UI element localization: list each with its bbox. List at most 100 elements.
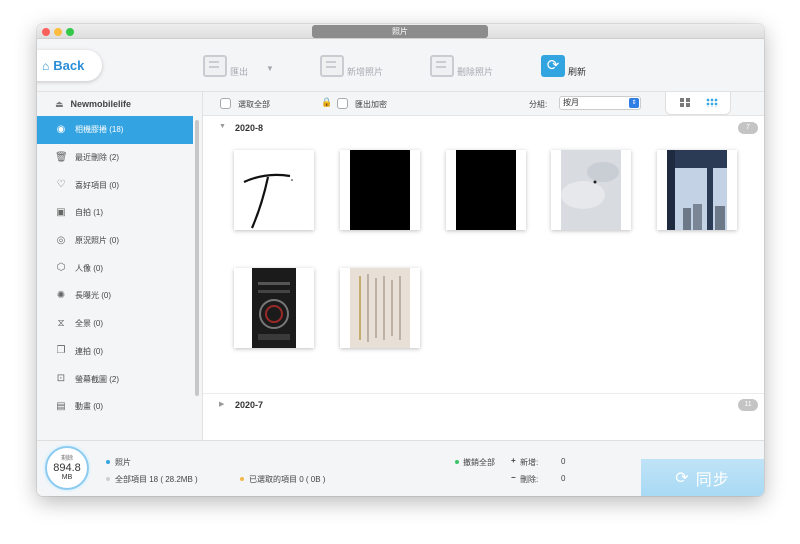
sidebar-item[interactable]: ◎ 原況照片 (0) <box>37 227 202 255</box>
divider <box>203 393 764 394</box>
minus-icon: − <box>511 473 516 482</box>
sidebar-item[interactable]: ✺ 長曝光 (0) <box>37 282 202 310</box>
photo-thumbnail[interactable] <box>657 150 737 230</box>
cloudy-sky-image <box>551 150 631 230</box>
view-toggle <box>665 92 731 115</box>
photo-thumbnail[interactable] <box>446 150 526 230</box>
long-exposure-icon: ✺ <box>56 289 66 301</box>
sidebar-item-label: 動畫 (0) <box>75 402 103 412</box>
app-window: 照片 ⌂ Back 匯出 ▼ 新增照片 刪除照片 ⟳ 刷新 ⏏ Newmobil… <box>37 24 764 496</box>
sidebar-item-label: 相機膠捲 (18) <box>75 125 124 135</box>
deleted-label: 刪除: <box>520 475 539 484</box>
photo-thumbnail[interactable] <box>340 150 420 230</box>
group-header-2020-8[interactable]: ▼ 2020-8 7 <box>203 118 764 138</box>
sidebar-item[interactable]: 🗑 最近刪除 (2) <box>37 144 202 172</box>
add-photo-button[interactable]: 新增照片 <box>320 53 383 78</box>
export-encrypt-checkbox[interactable] <box>337 98 348 109</box>
live-photo-icon: ◎ <box>56 234 66 246</box>
group-header-2020-7[interactable]: ▶ 2020-7 11 <box>203 395 764 415</box>
storage-label: 剩餘 <box>60 456 73 462</box>
refresh-button[interactable]: ⟳ 刷新 <box>541 53 586 78</box>
selected-items-label: 已選取的項目 0 ( 0B ) <box>249 475 326 484</box>
sidebar-item[interactable]: ❐ 連拍 (0) <box>37 338 202 366</box>
delete-photo-label: 刪除照片 <box>457 67 494 77</box>
panorama-icon: ⧖ <box>57 317 65 329</box>
home-icon: ⌂ <box>42 58 50 73</box>
trash-icon: 🗑 <box>55 151 68 163</box>
content-toolbar: 選取全部 🔒 匯出加密 分組: 按月 ⇕ <box>203 92 764 116</box>
selected-dot <box>240 477 244 481</box>
group-by-value: 按月 <box>563 98 579 107</box>
storage-value: 894.8 <box>53 462 81 474</box>
sync-button[interactable]: ⟳ 同步 <box>641 459 764 496</box>
sidebar-item-label: 最近刪除 (2) <box>75 153 119 163</box>
lock-icon: 🔒 <box>321 97 333 107</box>
main-toolbar: ⌂ Back 匯出 ▼ 新增照片 刪除照片 ⟳ 刷新 <box>37 39 764 92</box>
black-image <box>340 150 420 230</box>
sidebar-item-label: 喜好項目 (0) <box>75 180 119 190</box>
device-name: Newmobilelife <box>70 99 132 109</box>
sidebar-item[interactable]: ▤ 動畫 (0) <box>37 393 202 421</box>
category-label: 照片 <box>115 458 131 467</box>
group-title: 2020-8 <box>235 123 264 133</box>
portrait-icon: ⬡ <box>56 262 66 274</box>
undo-all-link[interactable]: 撤銷全部 <box>463 457 495 468</box>
sidebar-scrollbar[interactable] <box>195 120 199 396</box>
status-bar: 剩餘 894.8 MB 照片 全部項目 18 ( 28.2MB ) 已選取的項目… <box>37 440 764 496</box>
photo-thumbnail[interactable] <box>234 150 314 230</box>
minimize-window-button[interactable] <box>54 28 62 36</box>
sidebar-item-label: 自拍 (1) <box>75 208 103 218</box>
buildings-image <box>657 150 737 230</box>
dark-screenshot-image <box>234 268 314 348</box>
storage-gauge: 剩餘 894.8 MB <box>45 446 89 490</box>
delete-photo-button[interactable]: 刪除照片 <box>430 53 493 78</box>
device-row[interactable]: ⏏ Newmobilelife <box>37 92 202 116</box>
plus-icon: + <box>511 456 516 465</box>
back-button[interactable]: ⌂ Back <box>37 50 102 81</box>
group-by-select[interactable]: 按月 ⇕ <box>559 96 641 110</box>
sidebar: ⏏ Newmobilelife ◉ 相機膠捲 (18) 🗑 最近刪除 (2) ♡ 喜好項目… <box>37 92 203 440</box>
sidebar-item-label: 連拍 (0) <box>75 346 103 356</box>
close-window-button[interactable] <box>42 28 50 36</box>
select-all-label: 選取全部 <box>238 100 270 109</box>
sidebar-item[interactable]: ⬡ 人像 (0) <box>37 254 202 282</box>
storage-unit: MB <box>61 474 73 481</box>
photo-thumbnail[interactable] <box>551 150 631 230</box>
large-grid-icon[interactable] <box>680 98 690 107</box>
chevron-down-icon[interactable]: ▼ <box>266 64 274 73</box>
selfie-icon: ▣ <box>56 206 66 218</box>
add-photo-icon <box>320 54 344 77</box>
camera-icon: ◉ <box>56 123 66 135</box>
collapse-triangle-icon[interactable]: ▼ <box>219 123 226 130</box>
album-list: ◉ 相機膠捲 (18) 🗑 最近刪除 (2) ♡ 喜好項目 (0) ▣ 自拍 (1) ◎ 原況照片… <box>37 116 202 421</box>
photo-thumbnail[interactable] <box>340 268 420 348</box>
sidebar-item[interactable]: ◉ 相機膠捲 (18) <box>37 116 193 144</box>
small-grid-icon[interactable] <box>706 98 718 107</box>
black-image <box>446 150 526 230</box>
refresh-label: 刷新 <box>568 67 587 77</box>
sidebar-item[interactable]: ⊡ 螢幕截圖 (2) <box>37 365 202 393</box>
sidebar-item[interactable]: ▣ 自拍 (1) <box>37 199 202 227</box>
zoom-window-button[interactable] <box>66 28 74 36</box>
group-by-label: 分組: <box>529 100 548 109</box>
animated-icon: ▤ <box>56 400 66 412</box>
sidebar-item[interactable]: ⧖ 全景 (0) <box>37 310 202 338</box>
eject-icon[interactable]: ⏏ <box>55 99 64 110</box>
photo-thumbnail[interactable] <box>234 268 314 348</box>
select-all-checkbox[interactable] <box>220 98 231 109</box>
sidebar-item-label: 螢幕截圖 (2) <box>75 374 119 384</box>
screenshot-icon: ⊡ <box>56 373 66 385</box>
export-encrypt-label: 匯出加密 <box>355 100 387 109</box>
sidebar-item-label: 長曝光 (0) <box>75 291 111 301</box>
sync-icon: ⟳ <box>675 470 689 487</box>
burst-icon: ❐ <box>56 345 66 357</box>
handwriting-image <box>234 150 314 230</box>
heart-icon: ♡ <box>56 179 66 191</box>
sidebar-item[interactable]: ♡ 喜好項目 (0) <box>37 171 202 199</box>
export-label: 匯出 <box>230 67 249 77</box>
group-count-badge: 11 <box>738 399 758 411</box>
expand-triangle-icon[interactable]: ▶ <box>219 400 224 408</box>
document-photo-image <box>340 268 420 348</box>
export-button[interactable]: 匯出 ▼ <box>203 53 274 78</box>
window-title: 照片 <box>312 25 488 38</box>
